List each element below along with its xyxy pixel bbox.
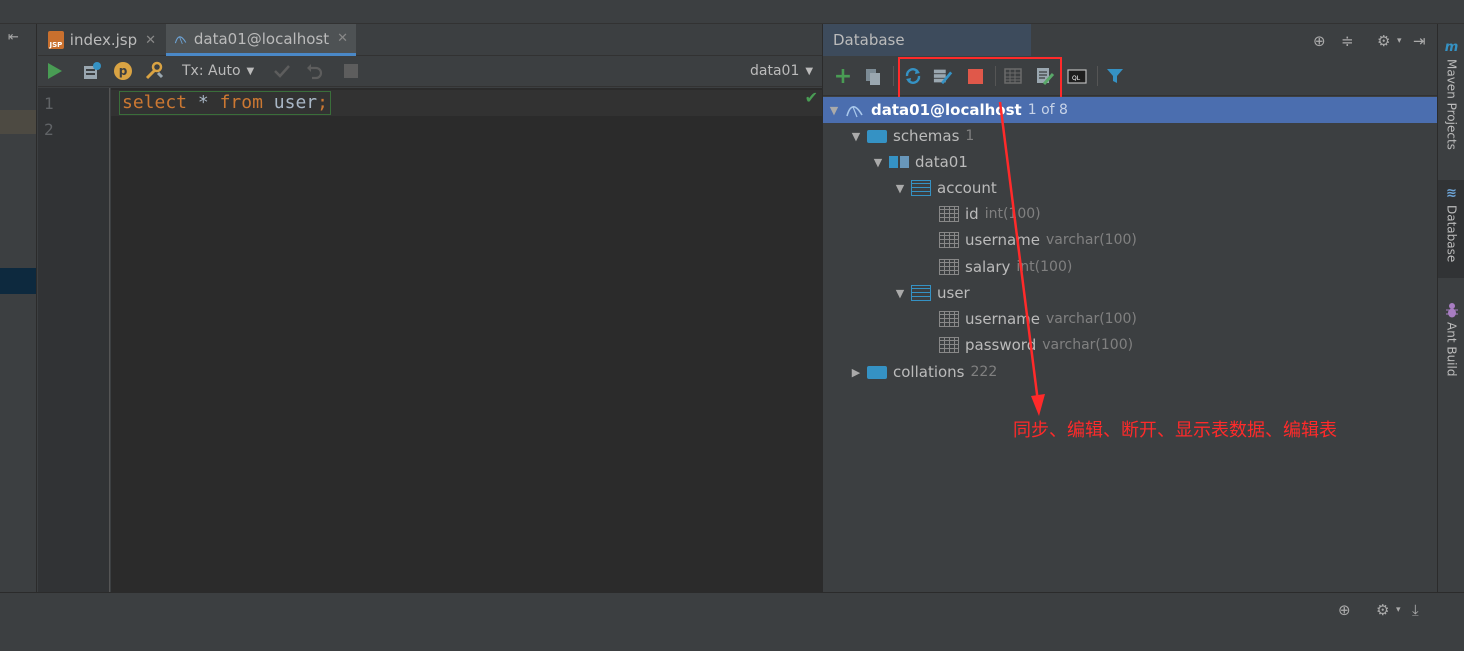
- chevron-down-icon[interactable]: ▾: [1396, 605, 1401, 615]
- tool-tab-label: Database: [1444, 205, 1459, 263]
- bottom-tool-window: ⊕ ⚙ ▾ ⤓: [0, 592, 1464, 651]
- undo-icon: [307, 64, 323, 80]
- parameters-button[interactable]: p: [114, 60, 132, 82]
- minimize-icon[interactable]: ⤓: [1412, 601, 1419, 619]
- sql-star: *: [197, 92, 209, 113]
- inspection-ok-icon: ✔: [804, 88, 818, 107]
- sql-semicolon: ;: [317, 92, 328, 113]
- line-number: 2: [44, 120, 54, 139]
- wrench-icon: [145, 61, 164, 80]
- parameter-icon: p: [114, 62, 132, 80]
- line-number: 1: [44, 94, 54, 113]
- line-number-gutter: 1 2: [38, 88, 110, 592]
- editor-toolbar: p Tx: Auto ▼ data01 ▼: [38, 56, 822, 87]
- sql-table-name: user: [273, 92, 318, 113]
- sql-keyword: select: [122, 92, 188, 113]
- close-icon[interactable]: ✕: [145, 33, 156, 48]
- editor-tab-bar: JSP index.jsp ✕ data01@localhost ✕: [38, 24, 822, 56]
- commit-button[interactable]: [272, 60, 292, 82]
- execution-plan-icon: [84, 62, 101, 79]
- jsp-file-icon: JSP: [48, 31, 64, 49]
- close-icon[interactable]: ✕: [337, 31, 348, 46]
- stop-button[interactable]: [344, 60, 358, 82]
- tool-tab-label: Maven Projects: [1444, 59, 1459, 150]
- transaction-mode-select[interactable]: Tx: Auto ▼: [182, 60, 254, 82]
- database-icon: ≋: [1446, 186, 1457, 201]
- maven-icon: m: [1444, 40, 1459, 55]
- target-icon[interactable]: ⊕: [1338, 601, 1351, 619]
- tab-data01-localhost[interactable]: data01@localhost ✕: [166, 24, 356, 56]
- tool-tab-maven[interactable]: m Maven Projects: [1438, 34, 1464, 150]
- right-tool-strip: m Maven Projects ≋ Database Ant Build: [1437, 24, 1464, 592]
- collapse-icon[interactable]: ⇤: [8, 30, 19, 45]
- settings-button[interactable]: [144, 60, 164, 82]
- database-panel: Database ⊕ ≑ ⚙ ▾ ⇥ + QL ▼ data01@localho…: [822, 24, 1438, 592]
- datasource-select[interactable]: data01 ▼: [750, 60, 813, 82]
- rollback-button[interactable]: [304, 60, 324, 82]
- chevron-down-icon: ▼: [246, 65, 255, 77]
- annotation-label: 同步、编辑、断开、显示表数据、编辑表: [1013, 420, 1337, 441]
- tab-label: index.jsp: [69, 31, 138, 49]
- tx-mode-label: Tx: Auto: [182, 63, 241, 79]
- tool-tab-database[interactable]: ≋ Database: [1438, 180, 1464, 278]
- gear-icon[interactable]: ⚙: [1376, 601, 1389, 619]
- datasource-label: data01: [750, 63, 800, 79]
- sql-keyword: from: [219, 92, 263, 113]
- play-icon: [48, 63, 62, 79]
- explain-plan-button[interactable]: [82, 60, 102, 82]
- project-row-selected: [0, 268, 36, 294]
- project-row-highlight: [0, 110, 36, 134]
- top-strip: [0, 0, 1464, 24]
- tab-label: data01@localhost: [193, 29, 330, 48]
- ant-icon: [1445, 303, 1458, 318]
- sql-editor[interactable]: select * from user; ✔: [111, 88, 822, 592]
- stop-icon: [344, 64, 358, 78]
- project-panel-strip: ⇤: [0, 24, 37, 592]
- tool-tab-ant[interactable]: Ant Build: [1438, 298, 1464, 376]
- check-icon: [274, 65, 290, 78]
- annotation-arrow: [998, 101, 1045, 416]
- run-button[interactable]: [48, 60, 62, 82]
- tool-tab-label: Ant Build: [1444, 322, 1459, 377]
- mysql-datasource-icon: [174, 35, 187, 44]
- chevron-down-icon: ▼: [805, 65, 814, 77]
- tab-index-jsp[interactable]: JSP index.jsp ✕: [40, 24, 164, 56]
- code-line-1[interactable]: select * from user;: [119, 91, 331, 115]
